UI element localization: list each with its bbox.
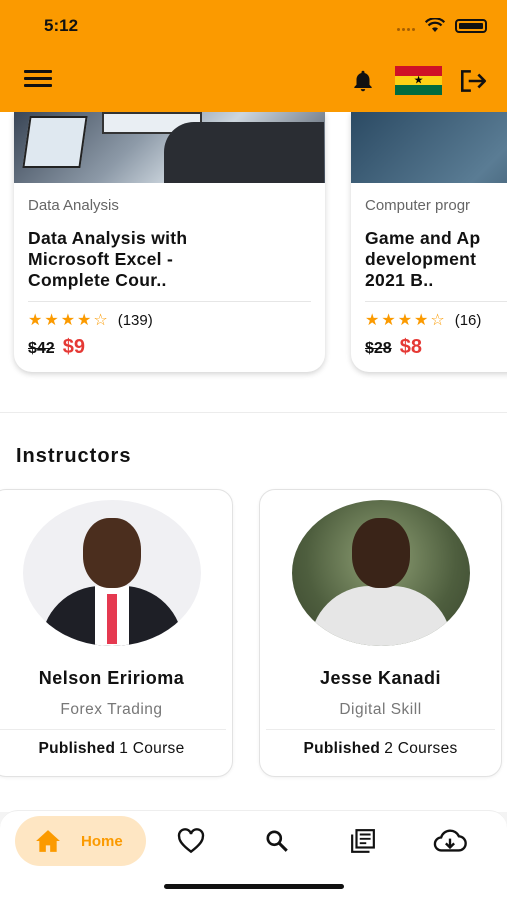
old-price: $28 [365, 340, 392, 357]
new-price: $9 [62, 336, 85, 358]
instructor-specialty: Digital Skill [339, 701, 422, 718]
course-thumbnail [351, 112, 507, 183]
instructor-specialty: Forex Trading [60, 701, 163, 718]
nav-home-button[interactable]: Home [15, 816, 146, 866]
course-rating: ★★★★☆ (139) [28, 310, 311, 330]
app-header: 5:12 ★ [0, 0, 507, 112]
instructor-card[interactable]: Jesse Kanadi Digital Skill Published 2 Co… [259, 489, 502, 777]
nav-home-label: Home [81, 832, 123, 850]
course-rating: ★★★★☆ (16) [365, 310, 507, 330]
cloud-download-icon[interactable] [433, 828, 467, 854]
avatar [22, 500, 201, 646]
instructors-title: Instructors [16, 445, 132, 467]
home-indicator [164, 884, 344, 889]
instructor-name: Nelson Eririoma [38, 668, 185, 688]
divider [28, 301, 311, 302]
wifi-icon [425, 18, 445, 32]
star-rating-icon: ★★★★☆ [365, 312, 447, 329]
course-title: Data Analysis with Microsoft Excel - Com… [28, 228, 188, 290]
avatar [291, 500, 470, 646]
signal-icon [397, 28, 415, 31]
section-divider [0, 412, 507, 413]
course-category: Computer progr [365, 197, 471, 214]
menu-button[interactable] [24, 70, 52, 92]
new-price: $8 [399, 336, 422, 358]
battery-icon [455, 18, 487, 33]
course-card[interactable]: Data Analysis Data Analysis with Microso… [14, 112, 325, 372]
home-icon [36, 830, 60, 852]
ghana-flag-icon[interactable]: ★ [395, 66, 442, 96]
course-card[interactable]: Computer progr Game and Ap development 2… [351, 112, 507, 372]
status-time: 5:12 [44, 16, 79, 35]
main-content: Data Analysis Data Analysis with Microso… [0, 112, 507, 812]
published-count: Published 2 Courses [303, 740, 458, 757]
course-thumbnail [14, 112, 325, 183]
divider [365, 301, 507, 302]
course-price: $42 $9 [28, 336, 311, 359]
course-title: Game and Ap development 2021 B.. [365, 228, 481, 290]
star-rating-icon: ★★★★☆ [28, 312, 110, 329]
search-icon[interactable] [262, 828, 292, 854]
divider [0, 729, 226, 730]
course-category: Data Analysis [28, 197, 119, 214]
published-count: Published 1 Course [38, 740, 185, 757]
course-price: $28 $8 [365, 336, 507, 359]
review-count: (139) [117, 311, 153, 329]
library-icon[interactable] [348, 828, 378, 854]
bell-icon[interactable] [350, 68, 376, 94]
review-count: (16) [454, 311, 482, 329]
instructor-name: Jesse Kanadi [319, 668, 442, 688]
logout-icon[interactable] [458, 68, 488, 94]
divider [266, 729, 495, 730]
heart-icon[interactable] [176, 828, 206, 854]
old-price: $42 [28, 340, 55, 357]
status-icons [397, 18, 487, 33]
instructor-card[interactable]: Nelson Eririoma Forex Trading Published 1… [0, 489, 233, 777]
